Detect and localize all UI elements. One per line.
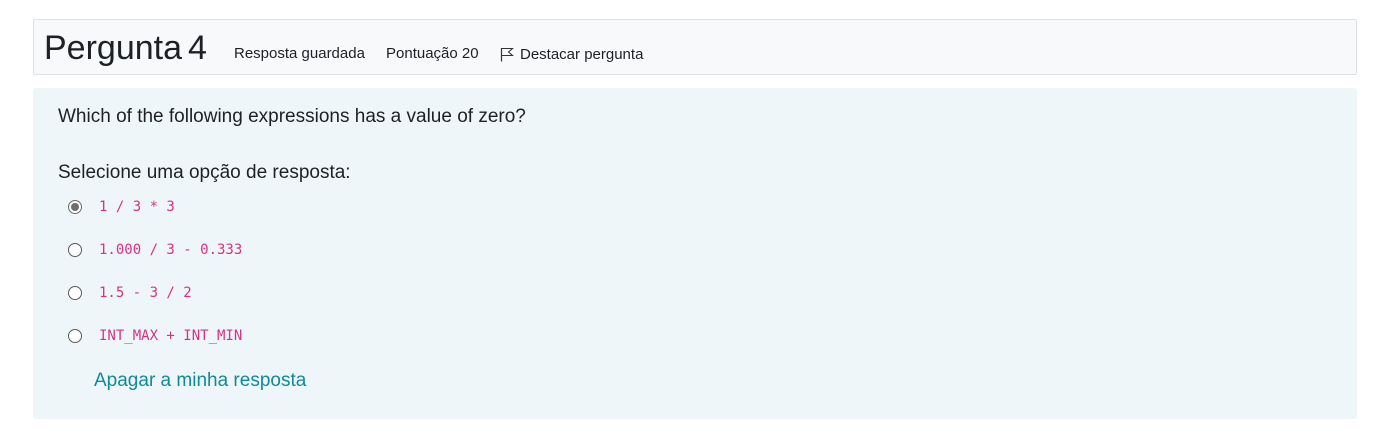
question-text: Which of the following expressions has a…	[58, 106, 526, 127]
radio-button[interactable]	[68, 286, 82, 300]
answer-option-2[interactable]: 1.000 / 3 - 0.333	[68, 239, 242, 261]
radio-button[interactable]	[68, 329, 82, 343]
answer-option-4[interactable]: INT_MAX + INT_MIN	[68, 325, 242, 347]
question-grade: Pontuação 20	[386, 45, 479, 62]
radio-button-selected[interactable]	[68, 200, 82, 214]
answer-option-3[interactable]: 1.5 - 3 / 2	[68, 282, 192, 304]
answer-prompt: Selecione uma opção de resposta:	[58, 162, 351, 183]
flag-icon	[500, 47, 514, 61]
flag-question-button[interactable]: Destacar pergunta	[500, 43, 643, 65]
question-title: Pergunta 4	[44, 28, 207, 68]
question-content: Which of the following expressions has a…	[33, 88, 1357, 419]
radio-button[interactable]	[68, 243, 82, 257]
answer-option-label: 1.000 / 3 - 0.333	[99, 242, 243, 258]
question-title-word: Pergunta	[44, 29, 182, 67]
clear-answer-link[interactable]: Apagar a minha resposta	[94, 370, 306, 392]
answer-option-label: 1 / 3 * 3	[99, 199, 175, 215]
flag-question-label: Destacar pergunta	[520, 45, 644, 63]
answer-option-label: 1.5 - 3 / 2	[99, 285, 192, 301]
answer-option-label: INT_MAX + INT_MIN	[99, 328, 243, 344]
answer-state: Resposta guardada	[234, 45, 365, 62]
question-number: 4	[188, 29, 207, 67]
question-info-header: Pergunta 4 Resposta guardada Pontuação 20…	[33, 19, 1357, 75]
answer-option-1[interactable]: 1 / 3 * 3	[68, 196, 175, 218]
